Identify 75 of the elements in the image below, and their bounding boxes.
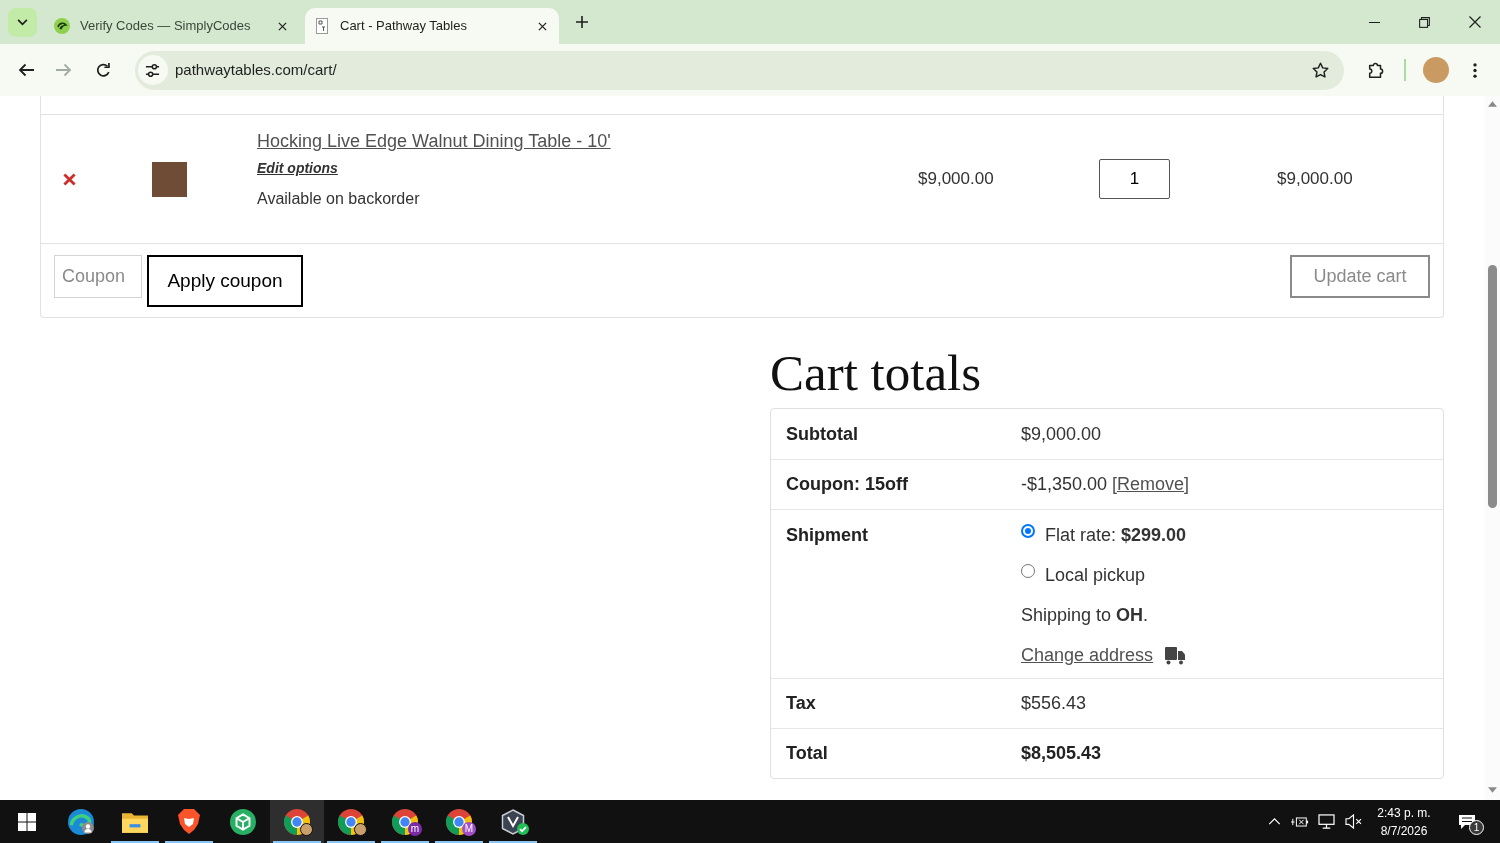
- shipping-destination: Shipping to OH.: [1021, 604, 1150, 627]
- browser-tab[interactable]: Cart - Pathway Tables: [305, 8, 559, 44]
- edit-options-link[interactable]: Edit options: [257, 158, 338, 178]
- menu-icon: [1473, 62, 1478, 78]
- scrollbar[interactable]: [1485, 96, 1500, 800]
- swirl-icon: [54, 18, 70, 34]
- scroll-up-icon[interactable]: [1488, 101, 1497, 107]
- profile-badge: [354, 823, 367, 836]
- person-badge-icon: [82, 822, 94, 834]
- profile-badge: M: [462, 822, 476, 836]
- profile-badge: [300, 823, 313, 836]
- shipping-option-label[interactable]: Flat rate: $299.00: [1045, 522, 1187, 548]
- profile-badge: m: [408, 822, 422, 836]
- chevron-up-icon: [1267, 818, 1281, 825]
- coupon-field[interactable]: Coupon: [54, 255, 142, 298]
- quantity-field[interactable]: 1: [1099, 159, 1170, 199]
- browser-tab[interactable]: Verify Codes — SimplyCodes: [45, 8, 299, 44]
- amount: $556.43: [1021, 692, 1087, 715]
- product-photo[interactable]: [151, 161, 187, 197]
- forward-arrow-icon: [55, 63, 72, 77]
- reload-icon: [96, 62, 112, 78]
- url-text[interactable]: pathwaytables.com/cart/: [174, 58, 337, 82]
- monitor-icon: [1318, 814, 1335, 829]
- change-address-link[interactable]: Change address: [1021, 642, 1154, 668]
- price: $9,000.00: [918, 169, 994, 189]
- truck-icon: [1165, 645, 1186, 665]
- amount: -$1,350.00: [1021, 473, 1108, 496]
- chevron-down-icon: [17, 19, 28, 26]
- page-icon: [316, 18, 328, 34]
- browser-logo-icon: [446, 808, 472, 835]
- battery-icon: [1291, 814, 1309, 829]
- radio-button[interactable]: [1021, 524, 1035, 538]
- notifications-button[interactable]: 1: [1442, 800, 1492, 843]
- stock-status: Available on backorder: [257, 189, 420, 209]
- cart-totals-heading: Cart totals: [770, 344, 983, 403]
- folder-icon: [122, 810, 148, 833]
- row-label: Total: [786, 742, 829, 765]
- apply-coupon-button[interactable]: Apply coupon: [147, 255, 303, 307]
- product-link[interactable]: Hocking Live Edge Walnut Dining Table - 10': [257, 128, 611, 154]
- site-info-button[interactable]: [137, 55, 168, 85]
- line-subtotal: $9,000.00: [1277, 169, 1353, 189]
- amount: $8,505.43: [1021, 742, 1102, 765]
- sliders-icon: [145, 62, 161, 78]
- address-bar[interactable]: pathwaytables.com/cart/: [134, 50, 1345, 90]
- remove-coupon-link[interactable]: [Remove]: [1112, 471, 1190, 498]
- row-label: Coupon: 15off: [786, 473, 909, 496]
- taskbar-button[interactable]: M: [432, 800, 486, 843]
- restore-icon: [1418, 16, 1430, 28]
- row-label: Shipment: [786, 524, 869, 547]
- tab-list-button[interactable]: [8, 8, 37, 37]
- scroll-down-icon[interactable]: [1488, 787, 1497, 793]
- remove-icon: [62, 172, 76, 186]
- amount: $9,000.00: [1021, 422, 1102, 446]
- close-icon: [277, 21, 287, 31]
- star-icon: [1311, 61, 1329, 79]
- taskbar-button[interactable]: [270, 800, 324, 843]
- puzzle-icon: [1367, 61, 1386, 79]
- check-badge-icon: [517, 823, 529, 835]
- windows-icon: [18, 812, 36, 831]
- taskbar-button[interactable]: m: [378, 800, 432, 843]
- shipping-option-label[interactable]: Local pickup: [1045, 562, 1146, 588]
- back-arrow-icon: [18, 63, 34, 77]
- cube-logo-icon: [230, 808, 256, 835]
- scrollbar-thumb[interactable]: [1488, 265, 1497, 508]
- radio-button[interactable]: [1021, 564, 1035, 578]
- shield-icon: [178, 809, 200, 834]
- row-label: Subtotal: [786, 422, 859, 446]
- notification-badge: 1: [1469, 820, 1484, 835]
- muted-speaker-icon: [1344, 814, 1362, 829]
- minimize-icon: [1368, 21, 1380, 23]
- clock[interactable]: 2:43 p. m. 8/7/2026: [1366, 800, 1442, 843]
- row-label: Tax: [786, 692, 817, 715]
- plus-icon: [576, 16, 588, 28]
- close-icon: [537, 21, 547, 31]
- close-icon: [1468, 16, 1481, 28]
